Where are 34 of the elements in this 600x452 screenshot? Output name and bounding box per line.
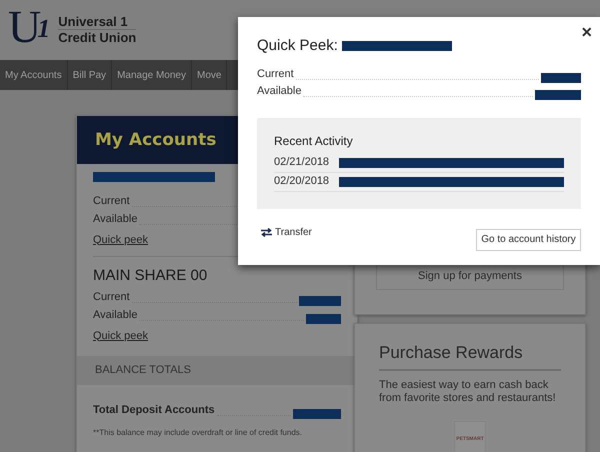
logo-text: Credit Union bbox=[58, 30, 136, 45]
quick-peek-link[interactable]: Quick peek bbox=[93, 234, 148, 246]
transfer-link[interactable]: Transfer bbox=[261, 224, 312, 240]
section-heading: BALANCE TOTALS bbox=[95, 364, 191, 376]
redaction-bar bbox=[541, 72, 581, 82]
row-label: Available bbox=[93, 308, 138, 323]
dialog-title: Quick Peek: bbox=[257, 36, 338, 56]
account-history-button[interactable]: Go to account history bbox=[476, 228, 581, 250]
redaction-bar bbox=[293, 408, 341, 418]
nav-link[interactable]: Manage Money bbox=[112, 60, 192, 90]
account-name: MAIN SHARE 00 bbox=[93, 266, 208, 286]
row-label: Available bbox=[93, 212, 138, 227]
quick-peek-link[interactable]: Quick peek bbox=[93, 330, 148, 342]
rewards-text: The easiest way to earn cash back from favorite stores and restaurants! bbox=[379, 378, 557, 404]
footnote: **This balance may include overdraft or line of credit funds. bbox=[93, 426, 303, 438]
row-label: Current bbox=[257, 67, 294, 82]
section-heading: Recent Activity bbox=[274, 132, 354, 150]
card-title: My Accounts bbox=[95, 130, 216, 150]
transfer-arrows-icon bbox=[261, 228, 272, 236]
row-label: Current bbox=[93, 194, 130, 209]
card-title: Purchase Rewards bbox=[379, 340, 561, 370]
nav-link[interactable]: Bill Pay bbox=[68, 60, 112, 90]
activity-date: 02/21/2018 bbox=[274, 155, 330, 170]
nav-link[interactable]: Move bbox=[192, 60, 228, 90]
row-label: Current bbox=[93, 290, 130, 305]
redaction-bar bbox=[306, 314, 341, 324]
total-label: Total Deposit Accounts bbox=[93, 403, 215, 418]
activity-date: 02/20/2018 bbox=[274, 174, 330, 190]
close-button[interactable]: × bbox=[581, 19, 592, 46]
redaction-bar bbox=[299, 296, 341, 306]
row-label: Available bbox=[257, 84, 302, 99]
logo-text: Universal 1 bbox=[58, 14, 129, 29]
redaction-bar bbox=[535, 90, 581, 100]
nav-link[interactable]: My Accounts bbox=[0, 60, 68, 90]
